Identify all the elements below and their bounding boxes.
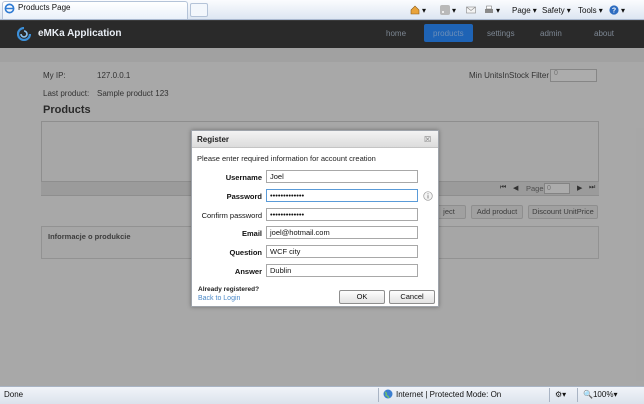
print-button[interactable]: ▾: [484, 4, 500, 16]
nav-admin[interactable]: admin: [540, 29, 562, 38]
username-field[interactable]: Joel: [266, 170, 418, 183]
question-label: Question: [229, 248, 262, 257]
feeds-button[interactable]: ▾: [440, 4, 456, 16]
zoom-icon: 🔍: [583, 390, 593, 399]
email-field[interactable]: joel@hotmail.com: [266, 226, 418, 239]
mail-button[interactable]: [466, 4, 476, 16]
back-to-login-link[interactable]: Back to Login: [198, 295, 240, 302]
globe-icon: [383, 389, 393, 399]
status-separator: [549, 388, 550, 402]
cancel-button[interactable]: Cancel: [389, 290, 435, 304]
confirm-password-label: Confirm password: [201, 211, 262, 220]
question-field[interactable]: WCF city: [266, 245, 418, 258]
password-field[interactable]: •••••••••••••: [266, 189, 418, 202]
answer-field[interactable]: Dublin: [266, 264, 418, 277]
nav-settings[interactable]: settings: [487, 29, 515, 38]
status-separator: [577, 388, 578, 402]
security-zone[interactable]: Internet | Protected Mode: On: [396, 390, 501, 399]
help-button[interactable]: ? ▾: [609, 4, 625, 16]
safety-menu[interactable]: Safety ▾: [542, 4, 571, 16]
svg-text:?: ?: [612, 8, 616, 15]
dialog-title: Register: [197, 135, 230, 144]
status-text: Done: [4, 390, 24, 399]
nav-about[interactable]: about: [594, 29, 614, 38]
info-icon: [423, 191, 433, 201]
answer-label: Answer: [234, 267, 262, 276]
ok-button[interactable]: OK: [339, 290, 385, 304]
app-logo-icon: [17, 27, 31, 41]
nav-home[interactable]: home: [386, 29, 406, 38]
already-registered-text: Already registered?: [198, 286, 260, 293]
status-bar: [0, 386, 644, 404]
email-label: Email: [241, 229, 262, 238]
tab-title: Products Page: [18, 3, 71, 12]
home-icon: [410, 5, 420, 15]
nav-products[interactable]: products: [433, 29, 464, 38]
app-title: eMKa Application: [38, 28, 122, 39]
ie-icon: [4, 3, 15, 14]
status-separator: [378, 388, 379, 402]
confirm-password-field[interactable]: •••••••••••••: [266, 208, 418, 221]
zoom-control[interactable]: 🔍100%▾: [583, 390, 617, 399]
register-dialog: Register ☒ Please enter required informa…: [191, 130, 439, 307]
rss-icon: [440, 5, 450, 15]
password-label: Password: [226, 192, 262, 201]
username-label: Username: [225, 173, 262, 182]
close-icon[interactable]: ☒: [424, 135, 431, 144]
dialog-intro: Please enter required information for ac…: [197, 154, 376, 163]
help-icon: ?: [609, 5, 619, 15]
tools-menu[interactable]: Tools ▾: [578, 4, 603, 16]
mail-icon: [466, 6, 476, 14]
page-menu[interactable]: Page ▾: [512, 4, 537, 16]
new-tab-button[interactable]: [190, 3, 208, 17]
printer-icon: [485, 5, 493, 13]
home-button[interactable]: ▾: [410, 4, 426, 16]
protected-mode-button[interactable]: ⚙▾: [555, 390, 566, 399]
